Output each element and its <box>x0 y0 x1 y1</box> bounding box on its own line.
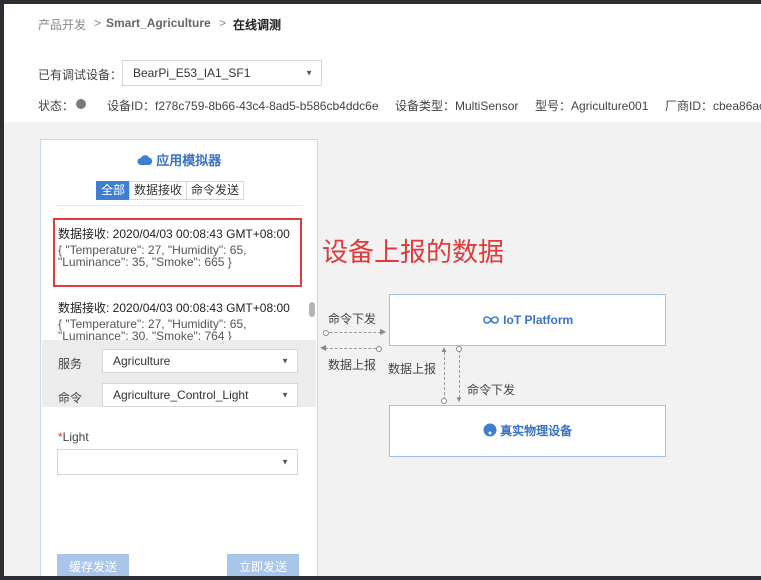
breadcrumb-product-dev[interactable]: 产品开发 <box>38 16 86 33</box>
cmd-down-mid-label: 命令下发 <box>467 383 516 397</box>
breadcrumb-separator: > <box>94 16 102 30</box>
message-body-line: "Luminance": 30, "Smoke": 764 } <box>58 329 232 340</box>
online-debug-page: 产品开发 > Smart_Agriculture > 在线调测 已有调试设备： … <box>4 4 761 576</box>
device-id: 设备ID：f278c759-8b66-43c4-8ad5-b586cb4ddc6… <box>107 99 379 113</box>
physical-device-box: 真实物理设备 <box>389 405 666 457</box>
physical-device-label: 真实物理设备 <box>500 424 573 438</box>
simulator-title-text: 应用模拟器 <box>156 153 222 168</box>
device-model: 型号：Agriculture001 <box>535 99 649 113</box>
cmd-down-vertical-line <box>459 350 460 398</box>
data-up-line <box>325 348 381 349</box>
data-up-mid-label: 数据上报 <box>388 362 437 376</box>
annotation-reported-data: 设备上报的数据 <box>322 237 505 267</box>
send-now-button[interactable]: 立即发送 <box>227 554 299 576</box>
data-up-left-label: 数据上报 <box>328 358 377 372</box>
window-bottom-edge <box>0 576 761 580</box>
message-list-scrollbar[interactable] <box>309 302 315 317</box>
breadcrumb: 产品开发 > Smart_Agriculture > 在线调测 <box>4 4 761 43</box>
highlight-box <box>53 218 302 287</box>
divider <box>55 205 303 206</box>
cmd-down-left-label: 命令下发 <box>328 312 377 326</box>
iot-platform-label: IoT Platform <box>503 313 574 327</box>
tab-all[interactable]: 全部 <box>96 181 131 200</box>
debug-device-value: BearPi_E53_IA1_SF1 <box>133 66 251 80</box>
breadcrumb-separator: > <box>219 16 227 30</box>
tab-data-receive[interactable]: 数据接收 <box>129 181 188 200</box>
simulator-title: 应用模拟器 <box>41 150 317 169</box>
data-up-vertical-line <box>444 352 445 400</box>
arrow-right-icon: ▶ <box>380 327 387 336</box>
chevron-down-icon: ▼ <box>281 390 289 400</box>
debug-device-label: 已有调试设备： <box>38 68 123 82</box>
line-endpoint <box>441 398 447 404</box>
command-value: Agriculture_Control_Light <box>113 388 249 402</box>
device-icon <box>483 423 497 437</box>
command-form: 服务 Agriculture ▼ 命令 Agriculture_Control_… <box>42 340 316 407</box>
message-header: 数据接收: 2020/04/03 00:08:43 GMT+08:00 <box>58 302 290 315</box>
chevron-down-icon: ▼ <box>281 356 289 366</box>
tab-command-send[interactable]: 命令发送 <box>186 181 245 200</box>
status-dot-icon <box>76 99 86 109</box>
service-value: Agriculture <box>113 354 171 368</box>
breadcrumb-smart-agriculture[interactable]: Smart_Agriculture <box>106 16 211 30</box>
light-field-label: *Light <box>58 430 89 444</box>
message-item: 数据接收: 2020/04/03 00:08:43 GMT+08:00 { "T… <box>58 302 290 340</box>
arrow-up-icon: ▲ <box>440 345 448 354</box>
line-endpoint <box>456 346 462 352</box>
chevron-down-icon: ▼ <box>305 68 313 78</box>
vendor-id: 厂商ID：cbea86ac <box>665 99 761 113</box>
arrow-down-icon: ▼ <box>455 395 463 404</box>
line-endpoint <box>323 330 329 336</box>
iot-platform-box: IoT Platform <box>389 294 666 346</box>
cmd-down-line <box>325 332 381 333</box>
light-select[interactable]: ▼ <box>57 449 298 475</box>
arrow-left-icon: ◀ <box>320 343 327 352</box>
cache-send-button[interactable]: 缓存发送 <box>57 554 129 576</box>
device-type: 设备类型：MultiSensor <box>395 99 519 113</box>
application-simulator: 应用模拟器 全部 数据接收 命令发送 数据接收: 2020/04/03 00:0… <box>40 139 318 576</box>
infinity-icon <box>483 316 499 324</box>
command-label: 命令 <box>58 391 83 405</box>
status-label: 状态： <box>38 99 75 113</box>
chevron-down-icon: ▼ <box>281 457 289 467</box>
service-label: 服务 <box>58 357 83 371</box>
command-select[interactable]: Agriculture_Control_Light ▼ <box>102 383 298 407</box>
light-label-text: Light <box>62 430 89 444</box>
line-endpoint <box>376 346 382 352</box>
debug-device-select[interactable]: BearPi_E53_IA1_SF1 ▼ <box>122 60 322 86</box>
message-filter-tabs: 全部 数据接收 命令发送 <box>96 181 245 200</box>
cloud-icon <box>137 155 152 165</box>
breadcrumb-current: 在线调测 <box>233 18 282 32</box>
service-select[interactable]: Agriculture ▼ <box>102 349 298 373</box>
